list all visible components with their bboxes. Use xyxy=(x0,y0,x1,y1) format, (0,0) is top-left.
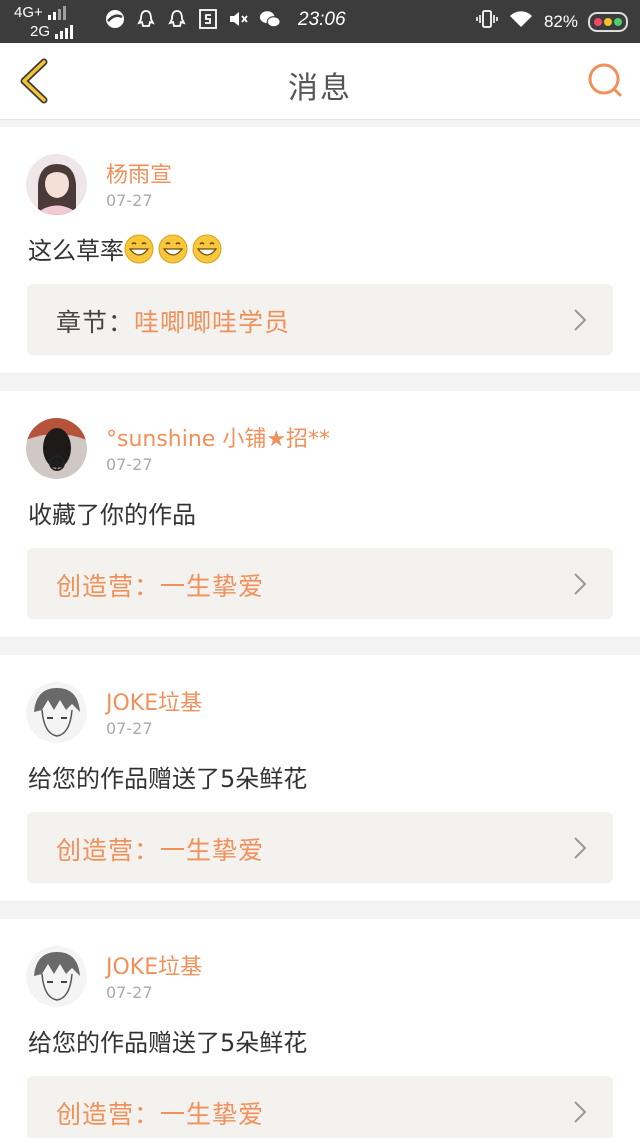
message-list: 杨雨宣 07-27 这么草率 章节：哇唧唧哇学员 °sunshine 小铺★招* xyxy=(0,127,640,1138)
username[interactable]: 杨雨宣 xyxy=(106,157,172,189)
qq-icon xyxy=(166,8,188,30)
nav-bar: 消息 xyxy=(0,43,640,120)
message-card: JOKE垃基 07-27 给您的作品赠送了5朵鲜花 创造营：一生挚爱 xyxy=(0,655,640,901)
avatar[interactable] xyxy=(26,418,87,479)
message-text: 收藏了你的作品 xyxy=(28,501,196,529)
ref-text: 创造营：一生挚爱 xyxy=(56,831,264,867)
wifi-icon xyxy=(508,9,534,34)
message-card: 杨雨宣 07-27 这么草率 章节：哇唧唧哇学员 xyxy=(0,127,640,373)
message-card: °sunshine 小铺★招** 07-27 收藏了你的作品 创造营：一生挚爱 xyxy=(0,391,640,637)
search-button[interactable] xyxy=(586,61,626,101)
ref-label: 章节： xyxy=(56,308,135,337)
ref-text: 章节：哇唧唧哇学员 xyxy=(56,303,290,339)
ref-value: 一生挚爱 xyxy=(160,836,265,865)
signal-strength-icon xyxy=(55,24,74,39)
clock: 23:06 xyxy=(298,9,346,30)
volume-muted-icon xyxy=(228,8,250,30)
message-card: JOKE垃基 07-27 给您的作品赠送了5朵鲜花 创造营：一生挚爱 xyxy=(0,919,640,1138)
chevron-right-icon xyxy=(574,309,587,331)
ref-value: 一生挚爱 xyxy=(160,572,265,601)
chevron-right-icon xyxy=(574,837,587,859)
chapter-link[interactable]: 章节：哇唧唧哇学员 xyxy=(27,284,613,355)
ref-label: 创造营： xyxy=(56,572,161,601)
username[interactable]: JOKE垃基 xyxy=(106,685,202,717)
notification-icons xyxy=(104,8,281,30)
vibrate-icon xyxy=(476,8,498,35)
work-link[interactable]: 创造营：一生挚爱 xyxy=(27,548,613,619)
message-content: 收藏了你的作品 xyxy=(28,495,196,530)
grinning-emoji-icon xyxy=(158,234,188,263)
ref-label: 创造营： xyxy=(56,1100,161,1129)
ref-value: 哇唧唧哇学员 xyxy=(134,308,291,337)
message-text: 给您的作品赠送了5朵鲜花 xyxy=(28,765,308,793)
qq-icon xyxy=(135,8,157,30)
battery-percent: 82% xyxy=(543,11,578,31)
avatar[interactable] xyxy=(26,946,87,1007)
message-date: 07-27 xyxy=(106,455,153,474)
page-title: 消息 xyxy=(288,71,352,106)
network-2g-label: 2G xyxy=(30,23,51,40)
message-content: 给您的作品赠送了5朵鲜花 xyxy=(28,759,307,794)
message-date: 07-27 xyxy=(106,983,153,1002)
ref-value: 一生挚爱 xyxy=(160,1100,265,1129)
work-link[interactable]: 创造营：一生挚爱 xyxy=(27,812,613,883)
chevron-right-icon xyxy=(574,1101,587,1123)
message-date: 07-27 xyxy=(106,191,153,210)
ref-label: 创造营： xyxy=(56,836,161,865)
status-bar: 4G+ 2G 23:06 82% xyxy=(0,0,640,43)
signal-strength-icon xyxy=(47,5,66,20)
network-indicator: 4G+ 2G xyxy=(14,3,74,41)
wechat-icon xyxy=(259,8,281,30)
search-icon xyxy=(588,63,622,97)
grinning-emoji-icon xyxy=(192,234,222,263)
avatar[interactable] xyxy=(26,682,87,743)
network-4g-label: 4G+ xyxy=(14,4,43,21)
username[interactable]: JOKE垃基 xyxy=(106,949,202,981)
grinning-emoji-icon xyxy=(124,234,154,263)
message-text: 给您的作品赠送了5朵鲜花 xyxy=(28,1029,308,1057)
battery-icon xyxy=(588,11,628,32)
avatar[interactable] xyxy=(26,154,87,215)
message-content: 这么草率 xyxy=(28,231,226,266)
ref-text: 创造营：一生挚爱 xyxy=(56,567,264,603)
message-content: 给您的作品赠送了5朵鲜花 xyxy=(28,1023,307,1058)
app-s-icon xyxy=(197,8,219,30)
chevron-right-icon xyxy=(574,573,587,595)
browser-icon xyxy=(104,8,126,30)
work-link[interactable]: 创造营：一生挚爱 xyxy=(27,1076,613,1138)
ref-text: 创造营：一生挚爱 xyxy=(56,1095,264,1131)
message-date: 07-27 xyxy=(106,719,153,738)
username[interactable]: °sunshine 小铺★招** xyxy=(106,421,330,453)
message-text: 这么草率 xyxy=(28,237,124,265)
